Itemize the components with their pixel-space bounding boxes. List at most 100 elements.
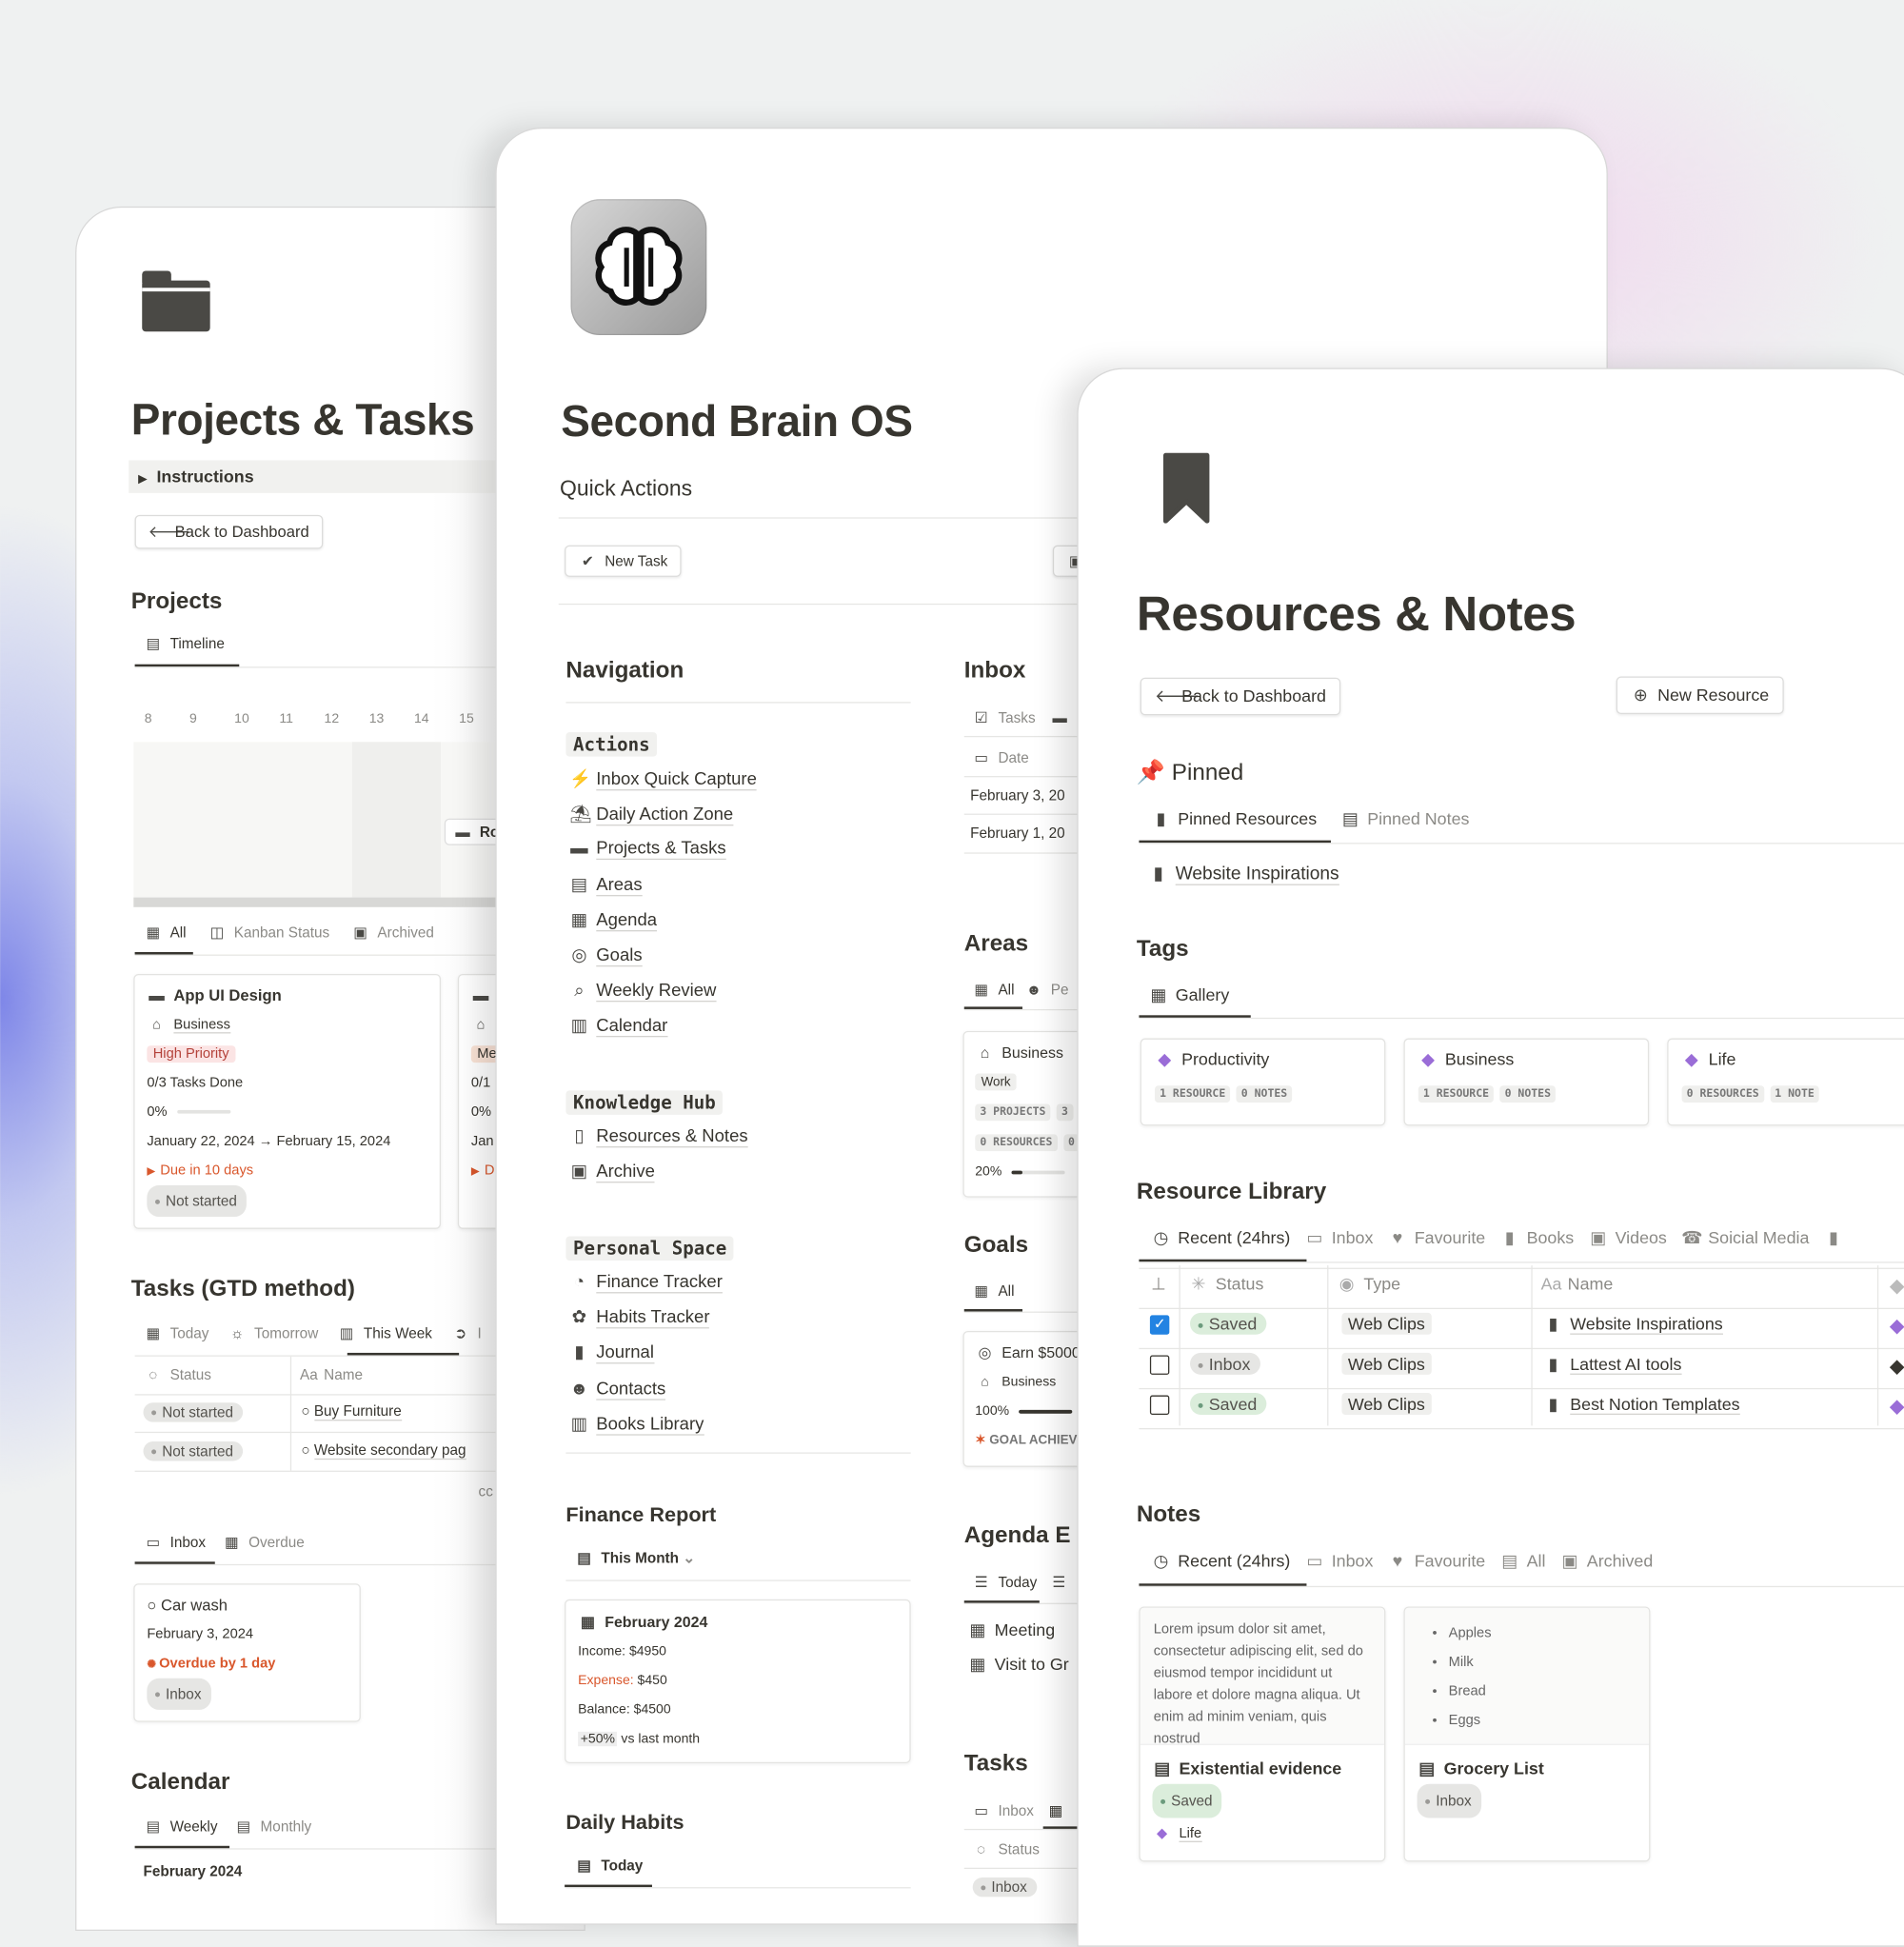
- tab-soicial-media[interactable]: ☎ Soicial Media: [1681, 1228, 1809, 1247]
- column-status[interactable]: ◌ Status: [971, 1841, 1040, 1858]
- tab-this-month[interactable]: ▤ This Month ⌄: [574, 1550, 695, 1567]
- expense: Expense: $450: [578, 1666, 897, 1696]
- status-cell[interactable]: Saved: [1189, 1312, 1267, 1336]
- column-type[interactable]: ◉ Type: [1337, 1274, 1400, 1295]
- column-status[interactable]: ◌ Status: [144, 1366, 211, 1383]
- status-cell[interactable]: Inbox: [1189, 1352, 1260, 1376]
- nav-link-archive[interactable]: ▣ Archive: [569, 1162, 655, 1183]
- tab-favourite[interactable]: ♥ Favourite: [1388, 1551, 1486, 1570]
- type-cell[interactable]: Web Clips: [1341, 1352, 1432, 1375]
- nav-link-weekly-review[interactable]: ⌕ Weekly Review: [569, 981, 717, 1003]
- folder-icon[interactable]: ▬: [1050, 709, 1069, 726]
- tab-kanban-status[interactable]: ◫ Kanban Status: [208, 924, 330, 942]
- inbox-task-card[interactable]: ○ Car wash February 3, 2024 ✺ Overdue by…: [133, 1583, 361, 1722]
- agenda-item[interactable]: ▦ Meeting: [968, 1620, 1055, 1641]
- tab-personal[interactable]: ☻ Pe: [1024, 982, 1069, 999]
- table-row[interactable]: February 3, 20: [970, 787, 1065, 805]
- type-cell[interactable]: Web Clips: [1341, 1393, 1432, 1415]
- tab-books[interactable]: ▮ Books: [1500, 1228, 1574, 1247]
- nav-link-contacts[interactable]: ☻ Contacts: [569, 1379, 666, 1401]
- new-task-button[interactable]: ✔ New Task: [565, 545, 682, 577]
- tag-card[interactable]: ◆ Business 1 RESOURCE 0 NOTES: [1403, 1038, 1650, 1126]
- tab-today[interactable]: ▤ Today: [574, 1857, 643, 1874]
- nav-link-resources-notes[interactable]: ▯ Resources & Notes: [569, 1126, 748, 1148]
- tag-card[interactable]: ◆ Productivity 1 RESOURCE 0 NOTES: [1140, 1038, 1386, 1126]
- tab-timeline[interactable]: ▤ Timeline: [144, 635, 224, 652]
- note-tag[interactable]: Life: [1180, 1826, 1202, 1842]
- new-resource-button[interactable]: ⊕ New Resource: [1616, 676, 1784, 714]
- nav-link-daily-action-zone[interactable]: ⛱ Daily Action Zone: [569, 805, 734, 826]
- tab-gallery[interactable]: ▦ Gallery: [1149, 984, 1229, 1005]
- tab-monthly[interactable]: ▤ Monthly: [233, 1818, 311, 1835]
- note-card[interactable]: Lorem ipsum dolor sit amet, consectetur …: [1139, 1606, 1386, 1862]
- tab-today[interactable]: ☰ Today: [971, 1574, 1038, 1591]
- task-name[interactable]: ○ Buy Furniture: [301, 1402, 402, 1421]
- row-checkbox[interactable]: ✓: [1149, 1315, 1170, 1335]
- tab-pinned-resources[interactable]: ▮ Pinned Resources: [1151, 808, 1317, 829]
- calendar-icon[interactable]: ▦: [1046, 1802, 1065, 1819]
- tab-all[interactable]: ▦ All: [971, 982, 1014, 999]
- project-card[interactable]: ▬ App UI Design ⌂ Business High Priority 0…: [133, 973, 442, 1229]
- load-more[interactable]: cc: [479, 1482, 493, 1500]
- tab-more[interactable]: ➲ I: [450, 1325, 482, 1342]
- tab-all[interactable]: ▦ All: [144, 924, 187, 942]
- tab-inbox[interactable]: ▭ Inbox: [1305, 1228, 1373, 1247]
- tab-overdue[interactable]: ▦ Overdue: [222, 1534, 305, 1551]
- tab-archived[interactable]: ▣ Archived: [350, 924, 434, 942]
- tab-tomorrow[interactable]: ☼ Tomorrow: [228, 1325, 318, 1342]
- table-row[interactable]: Not started ○ Buy Furniture: [143, 1402, 402, 1422]
- tab-label: Inbox: [1331, 1550, 1374, 1571]
- tab-inbox[interactable]: ▭ Inbox: [1305, 1550, 1374, 1571]
- nav-link-habits-tracker[interactable]: ✿ Habits Tracker: [569, 1307, 710, 1329]
- tag-card[interactable]: ◆ Life 0 RESOURCES 1 NOTE: [1667, 1038, 1904, 1126]
- nav-link-inbox-quick-capture[interactable]: ⚡ Inbox Quick Capture: [569, 768, 757, 791]
- nav-link-projects-tasks[interactable]: ▬ Projects & Tasks: [569, 839, 726, 861]
- finance-card[interactable]: ▦ February 2024 Income: $4950 Expense: $4…: [565, 1599, 911, 1764]
- nav-link-journal[interactable]: ▮ Journal: [569, 1343, 654, 1364]
- row-checkbox[interactable]: [1149, 1395, 1170, 1415]
- tab-inbox[interactable]: ▭ Inbox: [144, 1534, 206, 1551]
- project-area[interactable]: Business: [173, 1017, 230, 1034]
- back-to-dashboard-button[interactable]: 🡐Back to Dashboard: [134, 514, 323, 549]
- row-checkbox[interactable]: [1149, 1355, 1170, 1375]
- tab-all[interactable]: ▦ All: [971, 1282, 1014, 1300]
- nav-link-finance-tracker[interactable]: ◔ Finance Tracker: [569, 1272, 723, 1294]
- tab-videos[interactable]: ▣ Videos: [1589, 1228, 1667, 1247]
- tab-all[interactable]: ▤ All: [1500, 1551, 1546, 1570]
- nav-link-areas[interactable]: ▤ Areas: [569, 875, 643, 896]
- name-cell[interactable]: ▮ Best Notion Templates: [1543, 1394, 1740, 1415]
- tab-this-week[interactable]: ▥ This Week: [337, 1325, 432, 1342]
- nav-link-books-library[interactable]: ▥ Books Library: [569, 1414, 704, 1436]
- tab-tasks[interactable]: ☑ Tasks: [971, 709, 1036, 726]
- task-name[interactable]: ○ Website secondary pag: [301, 1441, 466, 1460]
- name-cell[interactable]: ▮ Lattest AI tools: [1543, 1354, 1682, 1375]
- column-name[interactable]: Aa Name: [1541, 1274, 1614, 1293]
- pin-column-icon[interactable]: ⊥: [1151, 1274, 1166, 1295]
- nav-link-calendar[interactable]: ▥ Calendar: [569, 1017, 668, 1038]
- column-status[interactable]: ✳ Status: [1189, 1274, 1263, 1295]
- column-name[interactable]: Aa Name: [300, 1366, 363, 1383]
- tab-archived[interactable]: ▣ Archived: [1560, 1551, 1654, 1570]
- agenda-item[interactable]: ▦ Visit to Gr: [968, 1654, 1068, 1675]
- note-card[interactable]: ApplesMilkBreadEggs ▤ Grocery List Inbox: [1403, 1606, 1651, 1862]
- back-to-dashboard-button[interactable]: 🡐Back to Dashboard: [1140, 677, 1341, 716]
- tab-recent-24hrs-[interactable]: ◷ Recent (24hrs): [1151, 1228, 1291, 1247]
- list-icon[interactable]: ☰: [1049, 1574, 1068, 1591]
- tab-inbox[interactable]: ▭ Inbox: [971, 1802, 1034, 1819]
- type-cell[interactable]: Web Clips: [1341, 1312, 1432, 1335]
- pinned-item[interactable]: ▮ Website Inspirations: [1149, 863, 1339, 885]
- tab-favourite[interactable]: ♥ Favourite: [1388, 1228, 1486, 1247]
- name-cell[interactable]: ▮ Website Inspirations: [1543, 1314, 1723, 1335]
- tab-recent-24hrs-[interactable]: ◷ Recent (24hrs): [1151, 1551, 1291, 1570]
- tag-column-icon[interactable]: ◆: [1890, 1274, 1904, 1299]
- tab-weekly[interactable]: ▤ Weekly: [144, 1818, 217, 1835]
- status-cell[interactable]: Saved: [1189, 1393, 1267, 1416]
- column-date[interactable]: ▭ Date: [971, 749, 1028, 766]
- table-row[interactable]: Not started ○ Website secondary pag: [143, 1441, 466, 1461]
- nav-link-goals[interactable]: ◎ Goals: [569, 945, 643, 967]
- bookmark-icon[interactable]: ▮: [1824, 1228, 1843, 1249]
- table-row[interactable]: February 1, 20: [970, 824, 1065, 842]
- tab-today[interactable]: ▦ Today: [144, 1325, 209, 1342]
- nav-link-agenda[interactable]: ▦ Agenda: [569, 910, 658, 932]
- tab-pinned-notes[interactable]: ▤ Pinned Notes: [1340, 808, 1470, 829]
